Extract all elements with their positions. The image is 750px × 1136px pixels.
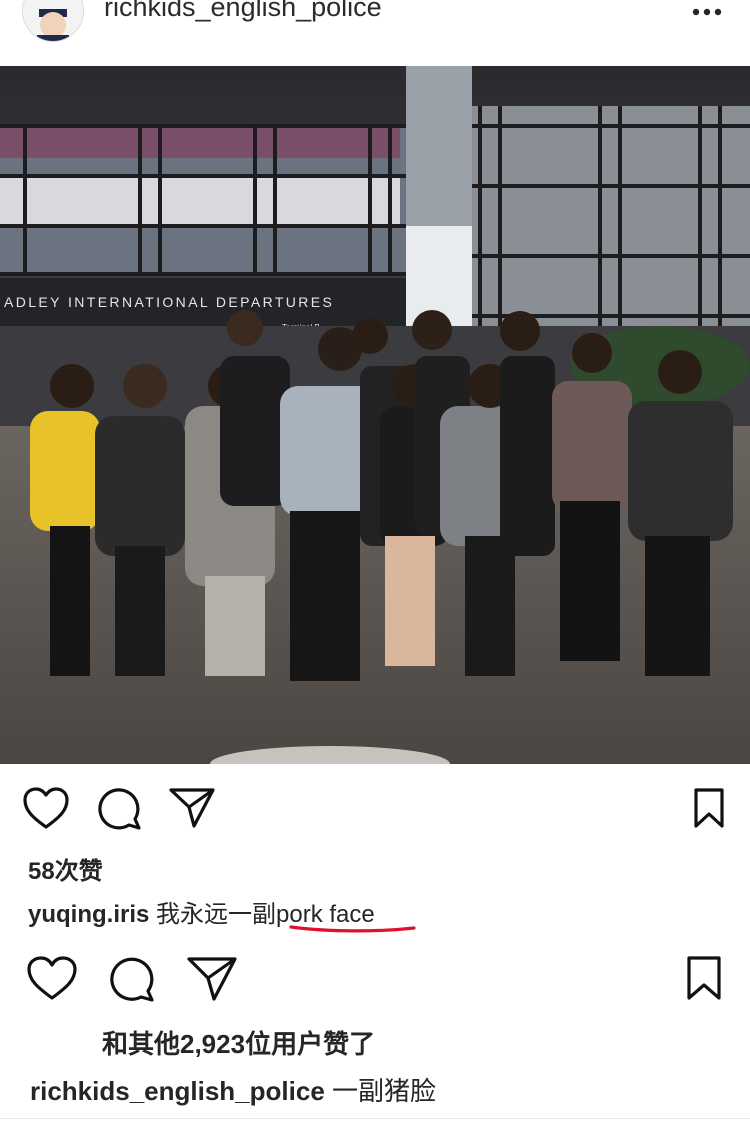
comment-button[interactable]: [98, 786, 144, 830]
bookmark-button[interactable]: [693, 787, 725, 829]
likes-count[interactable]: 58次赞: [28, 851, 103, 886]
outer-bookmark-button[interactable]: [686, 955, 722, 1001]
outer-caption-username[interactable]: richkids_english_police: [30, 1076, 325, 1106]
group-photo-image: ADLEY INTERNATIONAL DEPARTURES Terminal …: [0, 66, 750, 764]
share-icon: [169, 788, 215, 828]
outer-comment-button[interactable]: [108, 955, 158, 1003]
caption-text-cn: 我永远一副: [149, 901, 277, 928]
heart-icon: [27, 956, 77, 1000]
more-dots-icon[interactable]: [690, 2, 724, 22]
share-icon: [187, 957, 237, 1001]
outer-caption-text: 一副猪脸: [324, 1076, 437, 1106]
outer-share-button[interactable]: [186, 956, 238, 1002]
cartoon-police-avatar-icon: [23, 0, 83, 41]
divider: [0, 1118, 750, 1119]
like-button[interactable]: [22, 786, 70, 830]
bookmark-icon: [687, 956, 721, 1000]
share-button[interactable]: [168, 787, 216, 829]
caption-username[interactable]: yuqing.iris: [28, 901, 149, 928]
outer-like-button[interactable]: [26, 955, 78, 1001]
post-username[interactable]: richkids_english_police: [104, 0, 382, 23]
comment-icon: [110, 957, 154, 1002]
outer-likes-text[interactable]: 和其他2,923位用户赞了: [102, 1024, 375, 1061]
avatar[interactable]: [22, 0, 84, 42]
comment-icon: [98, 788, 141, 830]
outer-caption: richkids_english_police 一副猪脸: [30, 1071, 436, 1108]
bookmark-icon: [694, 788, 724, 828]
red-underline-annotation: [289, 925, 416, 933]
departures-sign: ADLEY INTERNATIONAL DEPARTURES: [4, 294, 334, 310]
heart-icon: [23, 787, 69, 829]
post-photo[interactable]: ADLEY INTERNATIONAL DEPARTURES Terminal …: [0, 66, 750, 764]
